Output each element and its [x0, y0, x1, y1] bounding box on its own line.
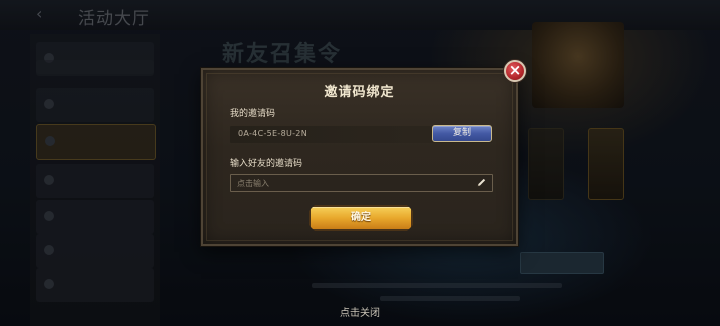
pencil-icon	[477, 178, 486, 187]
confirm-button[interactable]: 确定	[309, 205, 413, 231]
friend-code-label: 输入好友的邀请码	[230, 159, 303, 169]
my-code-label: 我的邀请码	[230, 109, 276, 119]
copy-button[interactable]: 复制	[432, 125, 492, 142]
dialog-title: 邀请码绑定	[324, 85, 395, 100]
my-code-value: 0A-4C-5E-8U-2N	[238, 129, 307, 138]
friend-code-input[interactable]: 点击输入	[230, 174, 493, 192]
tap-to-close-hint[interactable]: 点击关闭	[0, 304, 720, 319]
invite-code-dialog: 邀请码绑定 我的邀请码 0A-4C-5E-8U-2N 复制 输入好友的邀请码 点…	[201, 68, 518, 246]
friend-code-placeholder: 点击输入	[237, 179, 269, 188]
close-icon[interactable]: ×	[504, 60, 526, 82]
